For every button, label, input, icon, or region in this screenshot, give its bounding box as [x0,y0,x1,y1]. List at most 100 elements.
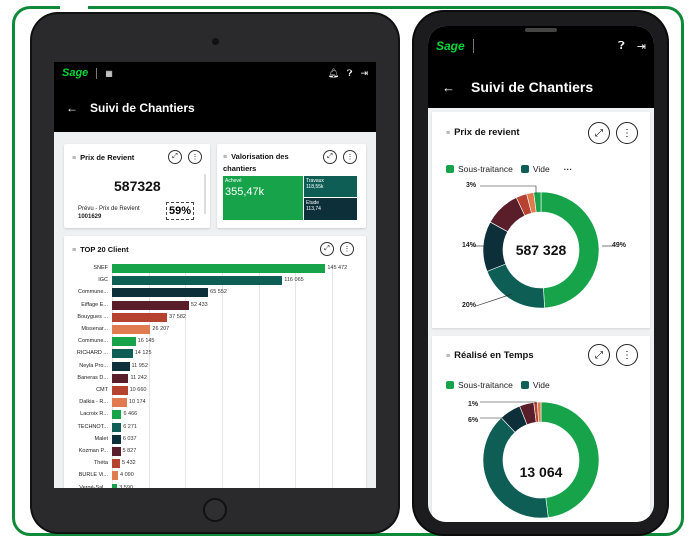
bar[interactable] [112,459,120,469]
phone-speaker [525,28,557,32]
pct-label: 1% [468,401,479,408]
bar-category-label: Bouygues ... [77,313,108,320]
prevu-value: 1001629 [78,214,102,220]
treemap-cell-travaux[interactable]: Travaux 118,55k [304,176,357,197]
bar[interactable] [112,447,121,456]
kpi-value: 587328 [114,178,161,194]
bar-category-label: TECHNOT... [77,423,108,430]
realise-temps-donut-card: ≡ Réalisé en Temps ⤢ ⋮ Sous-traitance Vid… [432,336,650,522]
legend-swatch-teal [520,381,529,389]
donut-slice[interactable] [486,263,545,309]
pct-label: 20% [462,302,477,309]
treemap-value: 113,74 [306,206,321,212]
bar-value-label: 3 590 [119,484,134,488]
bar[interactable] [112,337,136,347]
phone-device: Sage ❓︎ ⇥ ← Suivi de Chantiers ≡ Prix de … [414,12,667,534]
bar-value-label: 5 827 [122,448,137,454]
tablet-topbar: Sage ▦ 🔔︎ ❓︎ ⇥ [54,62,376,84]
valorisation-card: ≡ Valorisation des chantiers ⤢ ⋮ Achevé 3… [217,144,366,228]
sage-logo: Sage [436,39,465,53]
legend-more[interactable]: ··· [564,164,573,174]
pct-label: 3% [466,182,477,189]
bar[interactable] [112,300,189,310]
bar-value-label: 6 271 [123,423,137,430]
bar[interactable] [112,410,122,420]
expand-icon[interactable]: ⤢ [320,242,334,256]
treemap-cell-achieve[interactable]: Achevé 355,47k [223,176,303,220]
gridline [222,264,223,488]
bar[interactable] [112,471,118,481]
bar-value-label: 11 952 [131,362,148,369]
bar[interactable] [112,483,118,488]
logout-icon[interactable]: ⇥ [637,40,646,53]
bar-value-label: 6 037 [122,435,137,442]
more-vertical-icon[interactable]: ⋮ [343,150,357,164]
donut-slice[interactable] [540,401,600,518]
bar-value-label: 10 660 [129,387,147,393]
bar[interactable] [112,398,127,408]
help-icon[interactable]: ❓︎ [347,68,352,79]
bar-value-label: 6 466 [123,411,138,418]
bar[interactable] [112,422,122,432]
bar[interactable] [112,349,133,359]
bar[interactable] [112,288,209,298]
help-icon[interactable]: ❓︎ [618,40,625,53]
marketing-stage: Sage ▦ 🔔︎ ❓︎ ⇥ ← Suivi de Chantiers ≡ Pri… [0,0,693,540]
legend-label: Vide [532,164,550,174]
grid-icon[interactable]: ▦ [105,69,113,78]
bar-category-label: Neyla Pro... [79,362,108,369]
bar[interactable] [112,361,130,371]
back-arrow-icon[interactable]: ← [442,80,455,95]
card-title-text: Prix de revient [454,127,520,138]
kpi-percent: 59% [166,202,194,220]
bar-category-label: BURLE Vi... [78,472,108,479]
legend-label: Sous-traitance [458,164,513,174]
expand-icon[interactable]: ⤢ [588,122,610,144]
bell-icon[interactable]: 🔔︎ [328,68,339,79]
expand-icon[interactable]: ⤢ [168,150,182,164]
bar-category-label: Kozman P... [78,448,108,454]
legend-swatch-green [446,381,454,389]
bar-category-label: RICHARD ... [76,350,108,357]
back-arrow-icon[interactable]: ← [66,101,78,115]
bar-value-label: 5 432 [121,460,136,467]
bar[interactable] [112,264,326,273]
bar-category-label: Lacroix R... [80,411,108,418]
bar[interactable] [112,373,129,383]
bar-category-label: Dalkia - R... [79,399,108,406]
bar[interactable] [112,434,121,444]
gridline [148,264,150,488]
bar[interactable] [112,386,128,395]
bar[interactable] [112,276,283,286]
more-vertical-icon[interactable]: ⋮ [340,242,354,256]
logout-icon[interactable]: ⇥ [360,68,368,79]
treemap-label: Achevé [225,178,242,184]
tablet-camera [212,38,219,45]
phone-screen: Sage ❓︎ ⇥ ← Suivi de Chantiers ≡ Prix de … [428,26,654,522]
expand-icon[interactable]: ⤢ [323,150,337,164]
tablet-home-button[interactable] [203,498,227,522]
leader-line [475,293,513,307]
gridline [295,264,297,488]
card-title-text: Réalisé en Temps [454,350,534,361]
bar[interactable] [112,325,151,334]
card-title-text: TOP 20 Client [80,245,129,254]
more-vertical-icon[interactable]: ⋮ [188,150,202,164]
bar-value-label: 4 090 [119,472,134,479]
donut-center-value: 13 064 [519,464,563,480]
bar-category-label: Malet [94,435,108,442]
prevu-label: Prévu - Prix de Revient [78,206,140,212]
more-vertical-icon[interactable]: ⋮ [616,344,638,366]
bar-category-label: Missenar... [81,326,108,332]
bar-value-label: 37 582 [169,313,186,320]
bar-category-label: Commune... [78,338,108,345]
card-title: ≡ Prix de Revient [72,153,134,162]
legend-swatch-green [446,165,454,173]
bar[interactable] [112,312,168,322]
treemap-chart: Achevé 355,47k Travaux 118,55k Etude 113… [223,176,357,220]
treemap-cell-etude[interactable]: Etude 113,74 [304,198,357,220]
tablet-screen: Sage ▦ 🔔︎ ❓︎ ⇥ ← Suivi de Chantiers ≡ Pri… [54,62,376,488]
donut-center-value: 587 328 [515,242,567,258]
expand-icon[interactable]: ⤢ [588,344,610,366]
more-vertical-icon[interactable]: ⋮ [616,122,638,144]
